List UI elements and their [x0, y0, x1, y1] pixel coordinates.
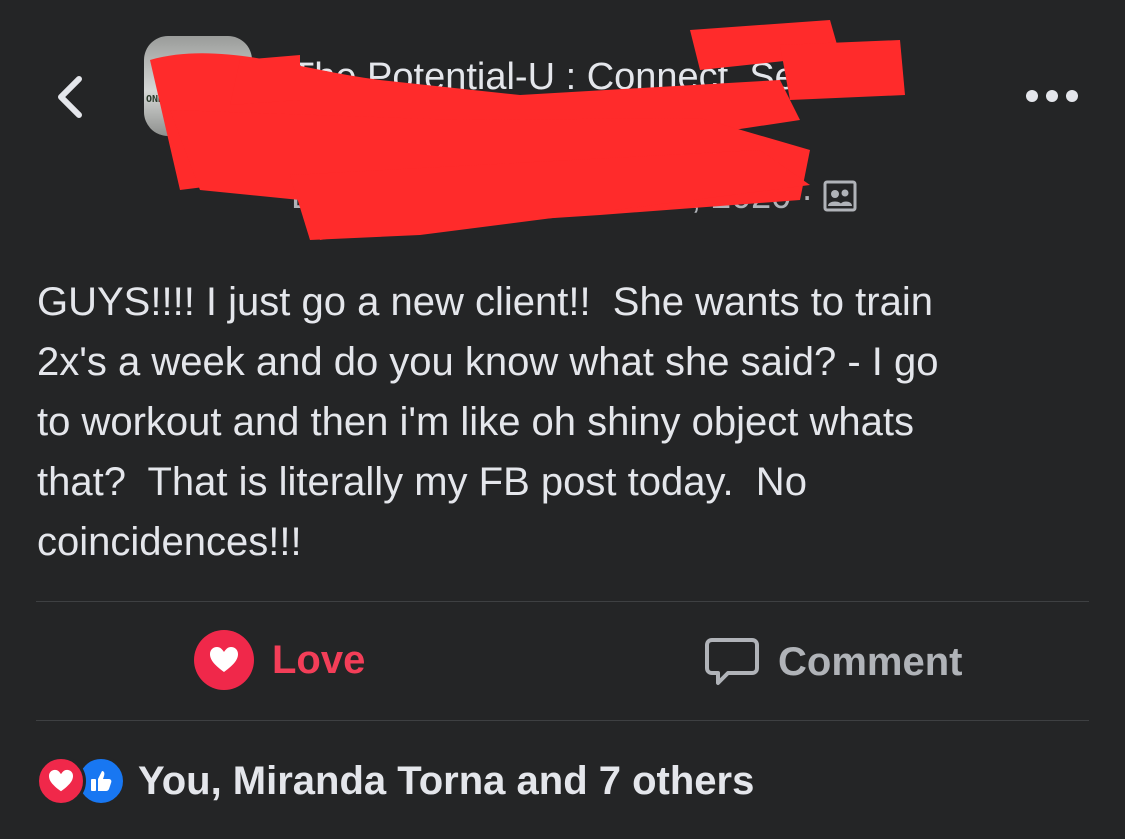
post-byline: B Oct 26, 2020 · [291, 174, 857, 218]
more-options-button[interactable] [1022, 76, 1082, 116]
author-name[interactable]: B [291, 174, 315, 218]
group-privacy-icon [823, 180, 857, 212]
heart-reaction-icon [36, 756, 86, 806]
byline-separator: · [801, 175, 814, 216]
avatar-text: ONN [146, 94, 165, 105]
divider-top [36, 601, 1089, 602]
post-date[interactable]: Oct 26, 2020 [585, 174, 791, 218]
comment-icon [705, 638, 759, 685]
chevron-left-icon [58, 76, 82, 118]
love-reaction-icon [194, 630, 254, 690]
love-label: Love [272, 637, 366, 682]
love-button[interactable]: Love [194, 630, 365, 690]
post-text: GUYS!!!! I just go a new client!! She wa… [37, 280, 939, 564]
back-button[interactable] [40, 62, 100, 132]
reactions-summary[interactable]: You, Miranda Torna and 7 others [36, 756, 754, 806]
group-avatar[interactable]: ONN [144, 36, 252, 136]
group-title[interactable]: The Potential-U : Connect, Serve, Grow [291, 52, 871, 152]
avatar-ring-graphic [166, 64, 226, 124]
comment-button[interactable]: Comment [704, 636, 962, 688]
comment-label: Comment [778, 639, 963, 684]
more-horizontal-icon [1026, 90, 1078, 102]
divider-bottom [36, 720, 1089, 721]
reactions-text: You, Miranda Torna and 7 others [138, 758, 755, 803]
